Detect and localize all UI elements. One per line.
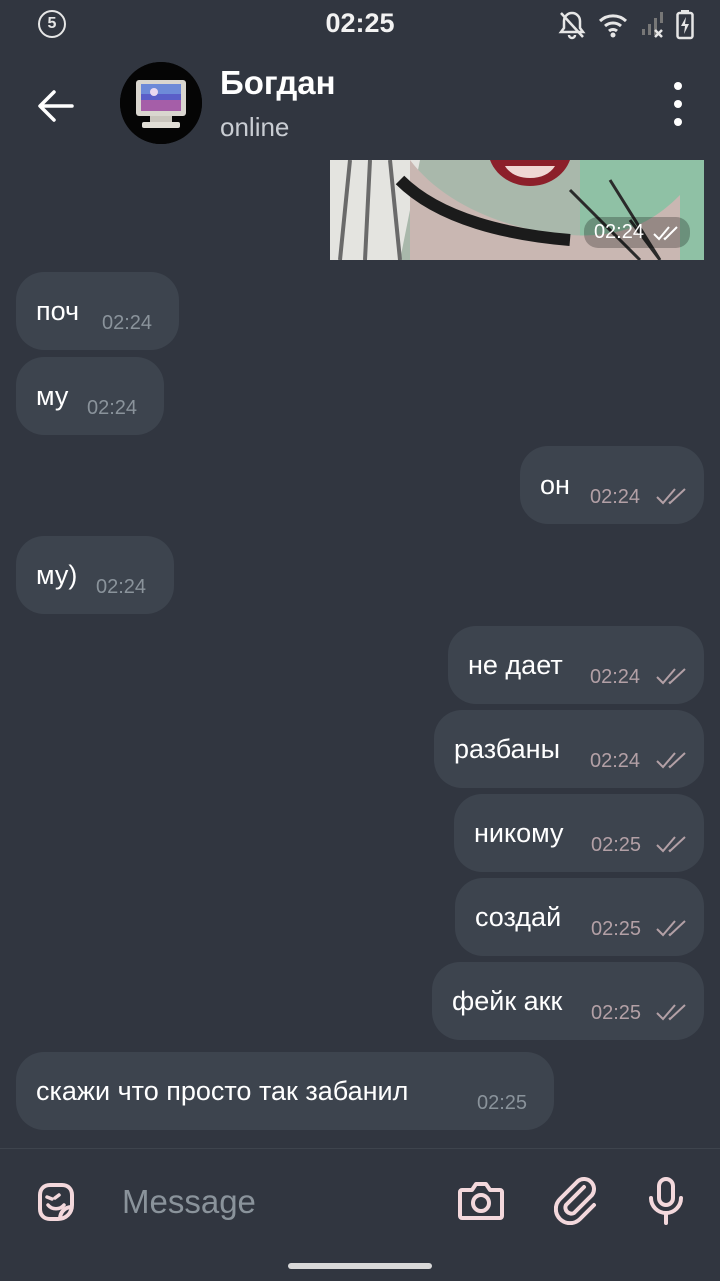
double-check-icon xyxy=(656,668,686,685)
camera-icon xyxy=(458,1182,504,1220)
battery-charging-icon xyxy=(676,10,694,40)
message-bubble-outgoing[interactable]: разбаны 02:24 xyxy=(434,710,704,788)
message-time: 02:25 xyxy=(591,834,642,856)
voice-record-button[interactable] xyxy=(640,1175,692,1227)
message-text: он xyxy=(540,470,570,500)
double-check-icon xyxy=(656,752,686,769)
back-button[interactable] xyxy=(30,82,80,130)
message-time: 02:24 xyxy=(87,397,138,419)
camera-button[interactable] xyxy=(455,1175,507,1227)
message-time: 02:24 xyxy=(590,750,641,772)
message-time: 02:25 xyxy=(591,918,642,940)
attach-button[interactable] xyxy=(550,1175,602,1227)
message-input[interactable] xyxy=(120,1177,424,1227)
message-time: 02:24 xyxy=(590,666,641,688)
message-time: 02:25 xyxy=(591,1002,642,1024)
photo-timestamp: 02:24 xyxy=(583,217,690,248)
notifications-off-icon xyxy=(558,10,586,40)
home-indicator[interactable] xyxy=(288,1263,432,1269)
message-text: му) xyxy=(36,560,78,590)
message-text: не дает xyxy=(468,650,563,680)
sticker-emoji-icon xyxy=(38,1183,74,1221)
sticker-button[interactable] xyxy=(30,1175,82,1227)
message-text: создай xyxy=(475,902,562,932)
message-bubble-incoming[interactable]: му 02:24 xyxy=(16,357,164,435)
photo-message[interactable]: 02:24 xyxy=(330,160,704,260)
double-check-icon xyxy=(653,225,678,240)
microphone-icon xyxy=(649,1177,683,1225)
message-bubble-incoming[interactable]: скажи что просто так забанил 02:25 xyxy=(16,1052,554,1130)
message-time: 02:24 xyxy=(96,576,147,598)
message-time: 02:24 xyxy=(102,312,153,334)
message-bubble-incoming[interactable]: поч 02:24 xyxy=(16,272,179,350)
back-arrow-icon xyxy=(38,90,74,122)
message-time: 02:25 xyxy=(477,1092,528,1114)
double-check-icon xyxy=(656,920,686,937)
message-bubble-outgoing[interactable]: никому 02:25 xyxy=(454,794,704,872)
signal-no-service-icon xyxy=(640,11,664,39)
more-options-button[interactable] xyxy=(666,82,690,126)
message-text: разбаны xyxy=(454,734,560,764)
message-bubble-outgoing[interactable]: не дает 02:24 xyxy=(448,626,704,704)
message-time: 02:24 xyxy=(590,486,641,508)
double-check-icon xyxy=(656,488,686,505)
message-text: му xyxy=(36,381,69,411)
contact-name[interactable]: Богдан xyxy=(220,64,336,102)
chat-header: Богдан online xyxy=(0,54,720,154)
message-bubble-outgoing[interactable]: фейк акк 02:25 xyxy=(432,962,704,1040)
message-bubble-outgoing[interactable]: он 02:24 xyxy=(520,446,704,524)
message-text: скажи что просто так забанил xyxy=(36,1076,409,1106)
double-check-icon xyxy=(656,1004,686,1021)
status-bar: 5 02:25 xyxy=(0,0,720,50)
wifi-icon xyxy=(598,12,628,38)
retro-computer-icon xyxy=(120,62,202,144)
contact-status: online xyxy=(220,112,290,142)
double-check-icon xyxy=(656,836,686,853)
message-bubble-incoming[interactable]: му) 02:24 xyxy=(16,536,174,614)
avatar[interactable] xyxy=(120,62,202,144)
attach-icon xyxy=(554,1177,596,1225)
message-text: никому xyxy=(474,818,564,848)
message-text: поч xyxy=(36,296,80,326)
message-text: фейк акк xyxy=(452,986,563,1016)
message-composer xyxy=(0,1148,720,1281)
message-bubble-outgoing[interactable]: создай 02:25 xyxy=(455,878,704,956)
more-vert-icon xyxy=(674,82,682,90)
